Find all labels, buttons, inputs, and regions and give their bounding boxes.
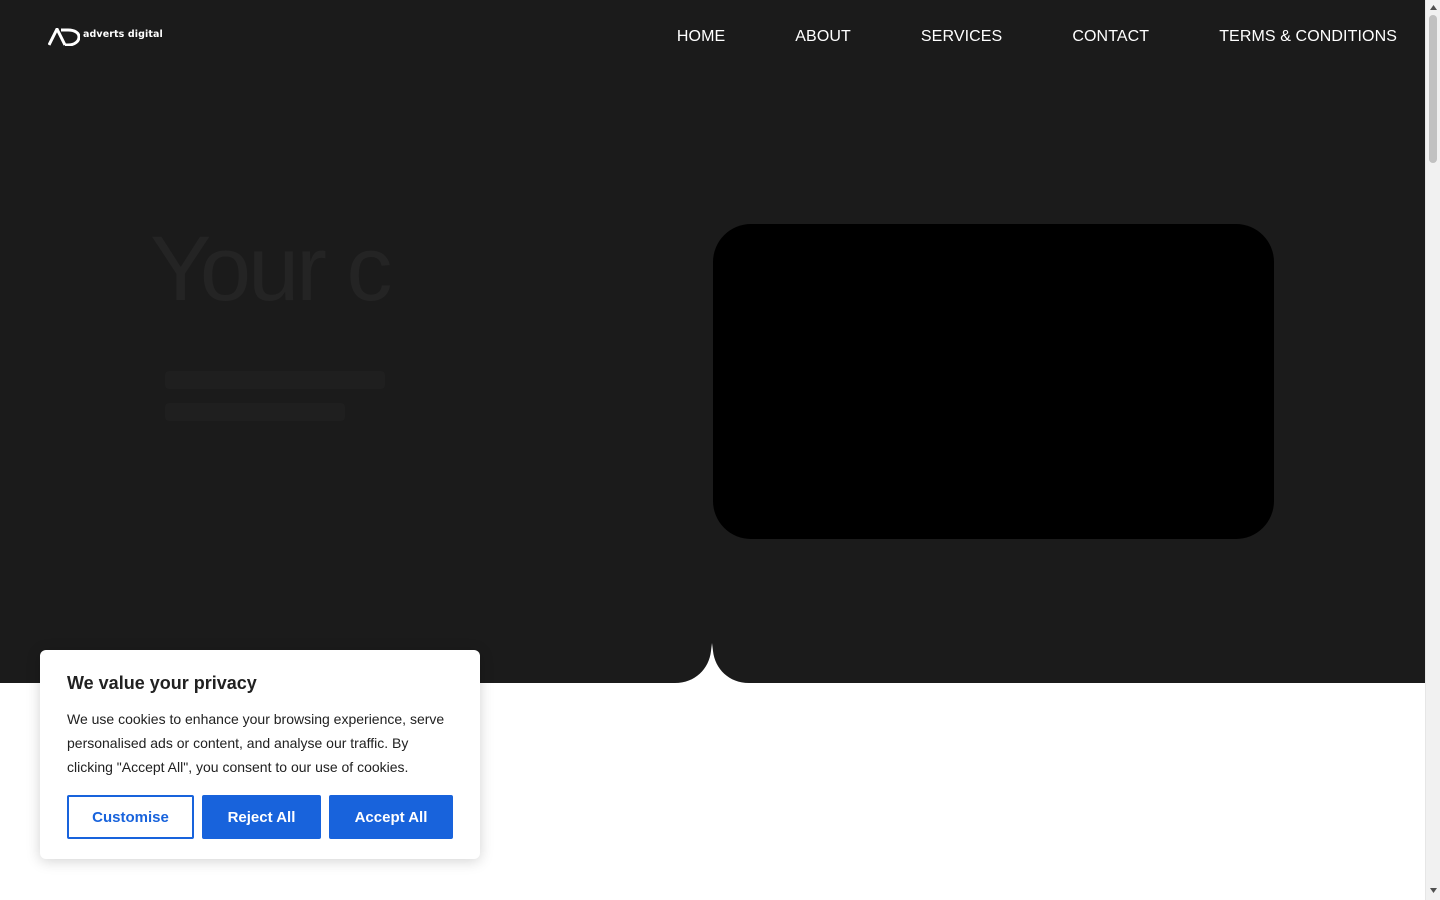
nav-contact[interactable]: CONTACT xyxy=(1072,27,1149,47)
nav-terms-and-conditions[interactable]: TERMS & CONDITIONS xyxy=(1219,27,1397,47)
site-logo[interactable]: adverts digital xyxy=(48,28,163,46)
hero-heading: Your c xyxy=(150,218,392,320)
nav-services[interactable]: SERVICES xyxy=(921,27,1002,47)
customise-button[interactable]: Customise xyxy=(67,795,194,839)
hero-subtext-placeholder xyxy=(165,371,385,389)
hero-section: Your c xyxy=(0,73,1425,683)
hero-bottom-notch xyxy=(660,643,765,683)
logo-text: adverts digital xyxy=(83,28,163,40)
cookie-consent-banner: We value your privacy We use cookies to … xyxy=(40,650,480,859)
cookie-title: We value your privacy xyxy=(67,673,257,693)
logo-mark-icon xyxy=(48,28,80,46)
nav-home[interactable]: HOME xyxy=(677,27,725,47)
reject-all-button[interactable]: Reject All xyxy=(202,795,321,839)
accept-all-button[interactable]: Accept All xyxy=(329,795,453,839)
nav-about[interactable]: ABOUT xyxy=(795,27,851,47)
page-scrollbar[interactable] xyxy=(1425,0,1440,900)
scroll-up-arrow-icon[interactable] xyxy=(1429,3,1438,12)
site-header: adverts digital HOME ABOUT SERVICES CONT… xyxy=(0,0,1425,73)
scroll-down-arrow-icon[interactable] xyxy=(1429,886,1438,895)
cookie-message: We use cookies to enhance your browsing … xyxy=(67,711,445,775)
scroll-thumb[interactable] xyxy=(1429,15,1437,163)
main-nav: HOME ABOUT SERVICES CONTACT TERMS & COND… xyxy=(677,27,1397,47)
page: adverts digital HOME ABOUT SERVICES CONT… xyxy=(0,0,1440,900)
hero-video[interactable] xyxy=(713,224,1274,539)
cookie-button-row: Customise Reject All Accept All xyxy=(67,795,453,839)
hero-subtext-placeholder xyxy=(165,403,345,421)
